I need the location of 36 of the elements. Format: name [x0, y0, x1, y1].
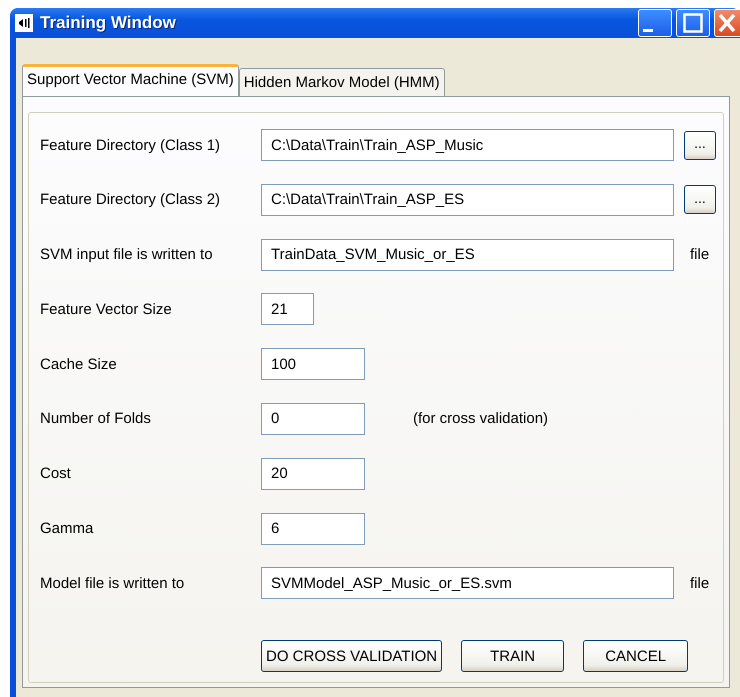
- maximize-icon: [683, 13, 703, 33]
- input-field[interactable]: TrainData_SVM_Music_or_ES: [261, 238, 674, 271]
- input-field[interactable]: SVMModel_ASP_Music_or_ES.svm: [261, 567, 674, 600]
- input-field[interactable]: 21: [261, 293, 314, 326]
- input-field[interactable]: C:\Data\Train\Train_ASP_ES: [261, 184, 674, 216]
- field-label: Gamma: [40, 520, 94, 538]
- field-label: Cache Size: [40, 356, 118, 373]
- suffix-label: file: [690, 246, 710, 264]
- browse-button[interactable]: ...: [684, 130, 716, 160]
- speaker-icon: [15, 14, 33, 32]
- field-label: Number of Folds: [40, 410, 152, 428]
- maximize-button[interactable]: [676, 9, 710, 37]
- tab[interactable]: Hidden Markov Model (HMM): [238, 68, 445, 96]
- action-button[interactable]: DO CROSS VALIDATION: [261, 640, 442, 672]
- input-field[interactable]: 20: [261, 458, 365, 490]
- hint-text: (for cross validation): [413, 410, 548, 428]
- input-field[interactable]: 6: [261, 512, 365, 545]
- action-button[interactable]: TRAIN: [461, 640, 564, 672]
- tab[interactable]: Support Vector Machine (SVM): [22, 64, 239, 96]
- field-label: Feature Directory (Class 2): [40, 191, 222, 208]
- suffix-label: file: [690, 574, 710, 592]
- field-label: Feature Vector Size: [40, 300, 173, 318]
- input-field[interactable]: 0: [261, 402, 365, 435]
- field-label: SVM input file is written to: [40, 246, 214, 264]
- close-icon: [718, 14, 736, 32]
- minimize-button[interactable]: [638, 9, 672, 37]
- field-label: Cost: [40, 465, 72, 482]
- close-button[interactable]: [714, 9, 740, 37]
- minimize-icon: [643, 28, 653, 32]
- window-title: Training Window: [40, 13, 176, 33]
- field-label: Model file is written to: [40, 574, 186, 592]
- action-button[interactable]: CANCEL: [583, 640, 688, 672]
- input-field[interactable]: C:\Data\Train\Train_ASP_Music: [261, 129, 674, 161]
- browse-button[interactable]: ...: [684, 185, 716, 214]
- field-label: Feature Directory (Class 1): [40, 136, 222, 154]
- input-field[interactable]: 100: [261, 348, 365, 380]
